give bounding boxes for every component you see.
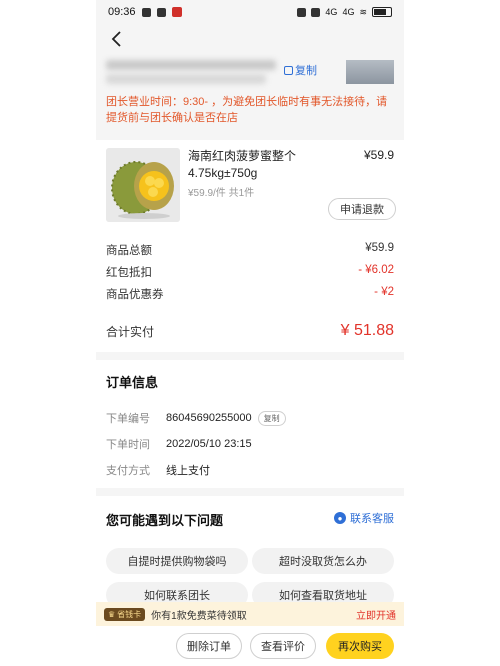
red-packet-row: 红包抵扣 - ¥6.02 xyxy=(106,264,394,280)
savings-card-badge: ♛ 省钱卡 xyxy=(104,607,146,621)
blurred-address-line2 xyxy=(106,74,266,84)
faq-shopping-bag[interactable]: 自提时提供购物袋吗 xyxy=(106,548,248,574)
coupon-row: 商品优惠券 - ¥2 xyxy=(106,286,394,302)
order-time-row: 下单时间 2022/05/10 23:15 xyxy=(106,436,252,452)
copy-order-number-button[interactable]: 复制 xyxy=(257,410,286,426)
product-card[interactable]: 海南红肉菠萝蜜整个4.75kg±750g ¥59.9 ¥59.9/件 共1件 申… xyxy=(96,140,404,230)
view-review-button[interactable]: 查看评价 xyxy=(250,633,316,659)
pickup-address-section: 复制 团长营业时间：9:30- ，为避免团长临时有事无法接待，请提货前与团长确认… xyxy=(96,54,404,132)
status-bar: 09:36 4G 4G ≋ xyxy=(96,0,404,24)
buy-again-button[interactable]: 再次购买 xyxy=(326,633,394,659)
order-number-value: 86045690255000 xyxy=(166,412,252,424)
pickup-notice: 团长营业时间：9:30- ，为避免团长临时有事无法接待，请提货前与团长确认是否在… xyxy=(106,96,388,124)
faq-title: 您可能遇到以下问题 xyxy=(106,513,224,528)
signal-2-icon: 4G xyxy=(342,7,355,17)
section-divider xyxy=(96,352,404,360)
jackfruit-image xyxy=(106,148,180,222)
battery-icon xyxy=(372,7,392,17)
message-icon xyxy=(141,7,151,17)
copy-address-button[interactable]: 复制 xyxy=(284,62,317,78)
subtotal-row: 商品总额 ¥59.9 xyxy=(106,242,394,258)
contact-service-label: 联系客服 xyxy=(350,513,394,525)
order-number-row: 下单编号 86045690255000 复制 xyxy=(106,410,286,426)
subtotal-value: ¥59.9 xyxy=(365,242,394,254)
section-divider xyxy=(96,488,404,496)
order-time-label: 下单时间 xyxy=(106,439,150,451)
savings-card-label: 省钱卡 xyxy=(117,609,142,619)
notification-icon xyxy=(156,7,166,17)
coupon-value: - ¥2 xyxy=(374,286,394,298)
faq-section: 您可能遇到以下问题 ● 联系客服 自提时提供购物袋吗 超时没取货怎么办 如何联系… xyxy=(96,496,404,608)
order-detail-page: 09:36 4G 4G ≋ 复制 团长营业时间：9:30- ，为避免团长临时有事… xyxy=(0,0,500,666)
vibrate-icon xyxy=(311,7,321,17)
subtotal-label: 商品总额 xyxy=(106,245,152,257)
product-name[interactable]: 海南红肉菠萝蜜整个4.75kg±750g xyxy=(188,148,338,182)
app-notification-icon xyxy=(171,7,182,17)
section-divider xyxy=(96,132,404,140)
order-number-label: 下单编号 xyxy=(106,413,150,425)
refund-button[interactable]: 申请退款 xyxy=(328,198,396,220)
copy-address-label: 复制 xyxy=(295,65,317,77)
bottom-action-bar: 删除订单 查看评价 再次购买 xyxy=(96,626,404,666)
copy-icon xyxy=(284,65,293,75)
activate-now-link[interactable]: 立即开通 xyxy=(356,607,396,622)
wifi-icon: ≋ xyxy=(359,6,367,17)
payment-method-label: 支付方式 xyxy=(106,465,150,477)
red-packet-label: 红包抵扣 xyxy=(106,267,152,279)
delete-order-button[interactable]: 删除订单 xyxy=(176,633,242,659)
order-info-section: 订单信息 下单编号 86045690255000 复制 下单时间 2022/05… xyxy=(96,360,404,488)
membership-text: 你有1款免费菜待领取 xyxy=(151,610,247,622)
price-breakdown: 商品总额 ¥59.9 红包抵扣 - ¥6.02 商品优惠券 - ¥2 合计实付 … xyxy=(96,238,404,350)
blurred-address xyxy=(106,60,276,70)
customer-service-icon: ● xyxy=(334,512,346,524)
alarm-icon xyxy=(297,7,307,17)
red-packet-value: - ¥6.02 xyxy=(358,264,394,276)
store-photo[interactable] xyxy=(346,60,394,84)
crown-icon: ♛ xyxy=(108,609,116,619)
payment-method-value: 线上支付 xyxy=(166,465,210,477)
total-row: 合计实付 ¥ 51.88 xyxy=(106,322,394,340)
status-left: 09:36 xyxy=(108,6,182,18)
signal-1-icon: 4G xyxy=(325,7,338,17)
coupon-label: 商品优惠券 xyxy=(106,289,164,301)
status-right: 4G 4G ≋ xyxy=(297,7,392,18)
total-value: ¥ 51.88 xyxy=(340,322,394,339)
product-image[interactable] xyxy=(106,148,180,222)
top-nav xyxy=(96,24,404,54)
product-price: ¥59.9 xyxy=(363,148,394,162)
total-label: 合计实付 xyxy=(106,324,155,339)
back-arrow-icon[interactable] xyxy=(108,30,126,48)
product-meta: ¥59.9/件 共1件 xyxy=(188,188,255,199)
membership-banner[interactable]: ♛ 省钱卡 你有1款免费菜待领取 立即开通 xyxy=(96,602,404,626)
contact-service-link[interactable]: ● 联系客服 xyxy=(334,510,394,526)
faq-overdue-pickup[interactable]: 超时没取货怎么办 xyxy=(252,548,394,574)
order-info-title: 订单信息 xyxy=(106,375,159,390)
status-time: 09:36 xyxy=(108,6,136,18)
order-time-value: 2022/05/10 23:15 xyxy=(166,438,252,450)
payment-method-row: 支付方式 线上支付 xyxy=(106,462,210,478)
